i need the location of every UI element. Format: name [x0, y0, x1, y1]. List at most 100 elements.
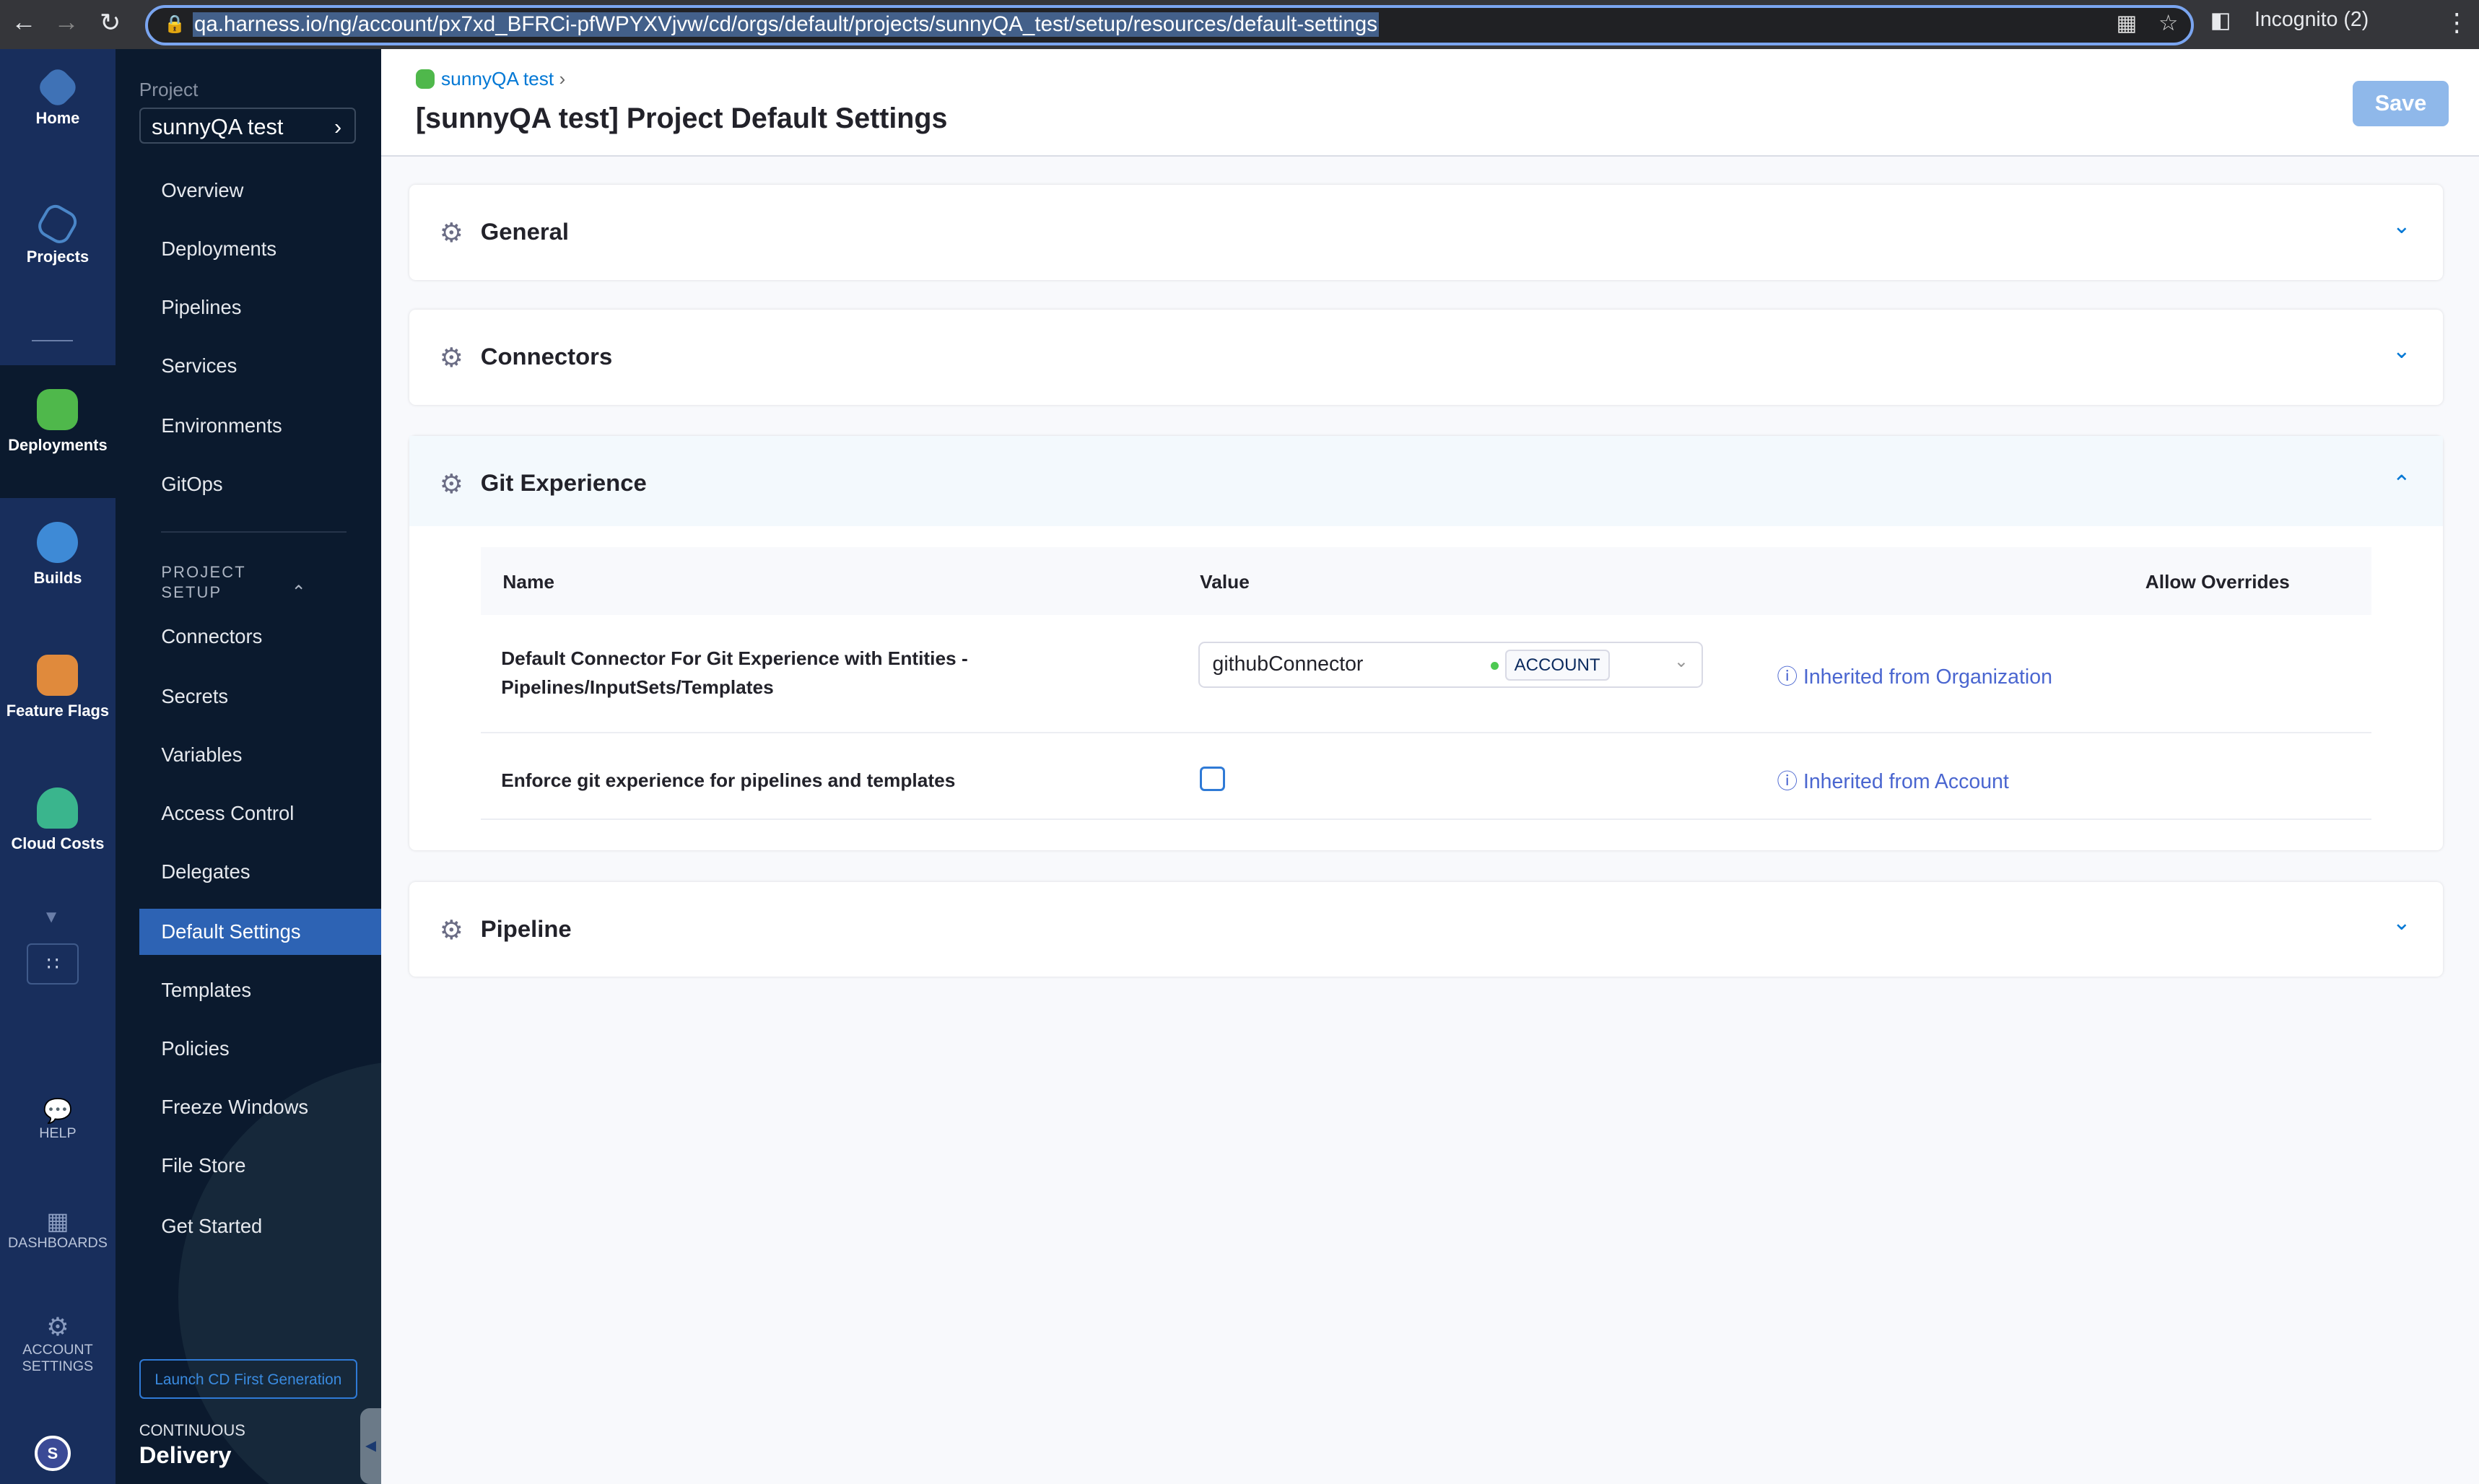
- save-button[interactable]: Save: [2352, 80, 2449, 127]
- sidebar-item-overview[interactable]: Overview: [139, 167, 381, 214]
- star-icon[interactable]: ☆: [2158, 11, 2178, 36]
- browser-toolbar: ← → ↻ 🔒 qa.harness.io/ng/account/px7xd_B…: [0, 0, 2479, 49]
- rail-account-settings[interactable]: ⚙ ACCOUNT SETTINGS: [0, 1312, 116, 1375]
- sidebar-item-templates[interactable]: Templates: [139, 967, 381, 1013]
- module-name: Delivery: [139, 1441, 232, 1469]
- section-header[interactable]: ⚙ Pipeline ⌄: [409, 882, 2442, 977]
- rail-dashboards[interactable]: ▦ DASHBOARDS: [0, 1208, 116, 1252]
- gear-icon: ⚙: [46, 1312, 69, 1341]
- page-title: [sunnyQA test] Project Default Settings: [415, 102, 948, 135]
- setting-name: Default Connector For Git Experience wit…: [501, 647, 968, 698]
- table-row: Default Connector For Git Experience wit…: [480, 615, 2371, 733]
- rail-home[interactable]: Home: [0, 64, 116, 128]
- main-content: sunnyQA test › [sunnyQA test] Project De…: [380, 48, 2479, 1484]
- feature-flags-icon: [37, 654, 79, 696]
- rail-deployments[interactable]: Deployments: [0, 388, 116, 455]
- grid-icon[interactable]: ∷: [27, 943, 79, 985]
- inherited-info[interactable]: ⓘ Inherited from Organization: [1777, 660, 2052, 690]
- module-label: CONTINUOUS: [139, 1420, 245, 1439]
- chevron-up-icon: ⌃: [291, 582, 308, 602]
- chevron-down-icon: ⌄: [2392, 338, 2411, 363]
- dashboards-icon: ▦: [46, 1208, 69, 1235]
- sidebar-item-policies[interactable]: Policies: [139, 1026, 381, 1072]
- cloud-costs-icon: [37, 787, 79, 829]
- sidebar-item-freeze-windows[interactable]: Freeze Windows: [139, 1084, 381, 1130]
- setting-name: Enforce git experience for pipelines and…: [501, 769, 956, 791]
- chevron-down-icon: ⌄: [1673, 652, 1689, 672]
- chevron-down-icon: ⌄: [2392, 910, 2411, 935]
- project-selector[interactable]: sunnyQA test ›: [139, 107, 356, 144]
- settings-table: Name Value Allow Overrides Default Conne…: [480, 546, 2371, 821]
- chevron-right-icon: ›: [334, 114, 342, 139]
- sidebar-item-connectors[interactable]: Connectors: [139, 614, 381, 660]
- project-sidebar: Project sunnyQA test › Overview Deploymen…: [115, 48, 381, 1484]
- harness-logo-icon: [35, 64, 80, 110]
- sidebar-item-file-store[interactable]: File Store: [139, 1143, 381, 1189]
- gear-icon: ⚙: [439, 342, 464, 373]
- forward-icon[interactable]: →: [53, 8, 79, 37]
- gear-icon: ⚙: [439, 468, 464, 499]
- more-modules-icon[interactable]: ▼: [43, 907, 60, 928]
- sidebar-item-access-control[interactable]: Access Control: [139, 790, 381, 837]
- sidebar-item-environments[interactable]: Environments: [139, 403, 381, 449]
- incognito-profile[interactable]: Incognito (2): [2254, 8, 2369, 32]
- rail-help[interactable]: 💬 HELP: [0, 1097, 116, 1142]
- sidebar-item-gitops[interactable]: GitOps: [139, 461, 381, 507]
- cube-icon: [34, 201, 82, 248]
- lock-icon: 🔒: [164, 14, 186, 35]
- enforce-git-checkbox[interactable]: [1200, 766, 1225, 792]
- section-header[interactable]: ⚙ Git Experience ⌃: [409, 436, 2443, 527]
- sidebar-item-default-settings[interactable]: Default Settings: [139, 909, 381, 955]
- sidepanel-icon[interactable]: ◧: [2210, 8, 2231, 33]
- table-row: Enforce git experience for pipelines and…: [480, 733, 2371, 821]
- sidebar-item-pipelines[interactable]: Pipelines: [139, 284, 381, 331]
- gear-icon: ⚙: [439, 914, 464, 945]
- chevron-down-icon: ⌄: [2392, 213, 2411, 238]
- section-connectors: ⚙ Connectors ⌄: [409, 310, 2443, 405]
- info-icon: ⓘ: [1777, 769, 1798, 793]
- breadcrumb[interactable]: sunnyQA test ›: [415, 68, 565, 90]
- rail-feature-flags[interactable]: Feature Flags: [0, 654, 116, 721]
- section-header[interactable]: ⚙ Connectors ⌄: [409, 310, 2442, 404]
- info-icon: ⓘ: [1777, 665, 1798, 689]
- sidebar-item-deployments[interactable]: Deployments: [139, 226, 381, 272]
- section-pipeline: ⚙ Pipeline ⌄: [409, 882, 2443, 977]
- project-label: Project: [139, 79, 199, 101]
- rail-builds[interactable]: Builds: [0, 521, 116, 588]
- rail-cloud-costs[interactable]: Cloud Costs: [0, 787, 116, 854]
- section-git-experience: ⚙ Git Experience ⌃ Name Value Allow Overri…: [409, 436, 2443, 851]
- status-dot: [1490, 662, 1499, 671]
- reload-icon[interactable]: ↻: [100, 8, 121, 38]
- collapse-sidebar-handle[interactable]: ◀: [360, 1408, 381, 1484]
- gear-icon: ⚙: [439, 217, 464, 248]
- builds-icon: [37, 521, 79, 563]
- sidebar-item-delegates[interactable]: Delegates: [139, 849, 381, 895]
- rail-projects[interactable]: Projects: [0, 201, 116, 266]
- column-allow-overrides: Allow Overrides: [2145, 570, 2290, 593]
- url-text[interactable]: qa.harness.io/ng/account/px7xd_BFRCi-pfW…: [192, 12, 1380, 38]
- address-bar[interactable]: 🔒 qa.harness.io/ng/account/px7xd_BFRCi-p…: [145, 4, 2194, 45]
- project-icon: [415, 69, 435, 89]
- avatar[interactable]: S: [35, 1435, 71, 1472]
- launch-cd-first-gen-button[interactable]: Launch CD First Generation: [139, 1359, 357, 1400]
- chevron-up-icon: ⌃: [2392, 471, 2411, 496]
- sidebar-item-secrets[interactable]: Secrets: [139, 673, 381, 720]
- project-setup-header[interactable]: PROJECT SETUP ⌃: [161, 563, 380, 603]
- scope-badge: ACCOUNT: [1504, 649, 1610, 681]
- menu-icon[interactable]: ⋮: [2444, 8, 2470, 38]
- sidebar-item-get-started[interactable]: Get Started: [139, 1203, 381, 1249]
- section-header[interactable]: ⚙ General ⌄: [409, 185, 2442, 279]
- back-icon[interactable]: ←: [11, 8, 36, 37]
- inherited-info[interactable]: ⓘ Inherited from Account: [1777, 765, 2009, 795]
- qr-icon[interactable]: ▦: [2117, 11, 2138, 36]
- module-rail: Home Projects Deployments Builds Feature…: [0, 48, 116, 1484]
- sidebar-item-variables[interactable]: Variables: [139, 732, 381, 778]
- section-general: ⚙ General ⌄: [409, 185, 2443, 280]
- help-icon: 💬: [43, 1096, 73, 1124]
- column-name: Name: [502, 570, 554, 593]
- column-value: Value: [1200, 570, 1250, 593]
- table-header: Name Value Allow Overrides: [480, 546, 2371, 615]
- connector-select[interactable]: githubConnector ACCOUNT ⌄: [1198, 642, 1703, 688]
- sidebar-item-services[interactable]: Services: [139, 343, 381, 389]
- deployments-icon: [37, 388, 79, 430]
